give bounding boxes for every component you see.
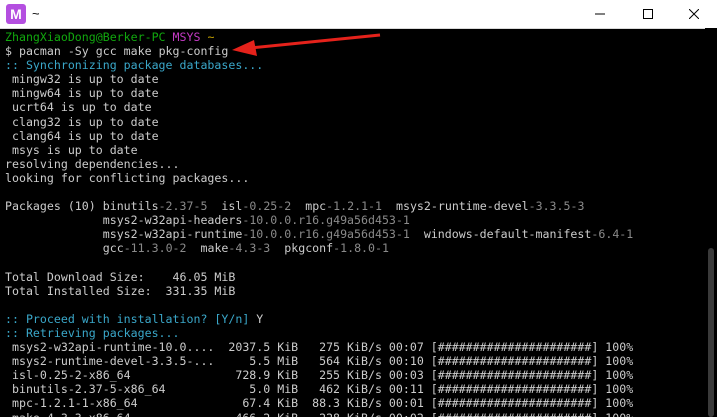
repo-status-line: clang32 is up to date [5,114,159,129]
package-version: -4.3-3 [228,241,271,256]
package-name: binutils [102,199,159,214]
packages-label: Packages (10) [5,199,103,214]
package-version: -2.37-5 [158,199,208,214]
download-row: isl-0.25-2-x86_64 728.9 KiB 255 KiB/s 00… [5,368,634,383]
repo-status-line: ucrt64 is up to date [5,100,152,115]
maximize-button[interactable] [625,0,671,28]
download-row: msys2-runtime-devel-3.3.5-... 5.5 MiB 56… [5,354,634,369]
close-icon [689,9,699,19]
proceed-answer: Y [256,311,264,326]
package-version: -0.25-2 [242,199,292,214]
package-version: -6.4-1 [591,227,634,242]
download-row: msys2-w32api-runtime-10.0.... 2037.5 KiB… [5,340,634,355]
title-bar[interactable]: M ~ [0,0,717,29]
download-list: msys2-w32api-runtime-10.0.... 2037.5 KiB… [5,340,705,417]
package-name: mpc [305,199,327,214]
repo-status-list: mingw32 is up to date mingw64 is up to d… [5,72,705,157]
prompt-system: MSYS [172,30,201,44]
package-version: -1.2.1-1 [326,199,383,214]
package-name: windows-default-manifest [423,227,592,242]
repo-status-line: mingw32 is up to date [5,72,159,87]
package-version: -1.8.0-1 [333,241,389,256]
close-button[interactable] [671,0,717,28]
prompt-symbol: $ [5,44,12,59]
repo-status-line: msys is up to date [5,142,138,157]
prompt-path: ~ [207,30,215,44]
window-title: ~ [32,6,40,21]
package-name: make [200,241,229,256]
package-name: msys2-runtime-devel [395,199,529,214]
terminal-window: M ~ ZhangXiaoDong@Berker-PC MSYS ~ $ pac… [0,0,717,417]
package-name: pkgconf [284,241,334,256]
package-version: -10.0.0.r16.g49a56d453-1 [242,227,410,242]
package-line: Packages (10) binutils-2.37-5 isl-0.25-2… [5,199,705,213]
terminal-output[interactable]: ZhangXiaoDong@Berker-PC MSYS ~ $ pacman … [0,28,705,417]
package-name: msys2-w32api-headers [102,213,243,228]
msys2-logo-icon: M [6,4,26,24]
sync-header: :: Synchronizing package databases... [5,58,264,73]
minimize-icon [595,13,605,15]
vertical-scrollbar[interactable] [705,28,717,417]
minimize-button[interactable] [577,0,623,28]
command-text: pacman -Sy gcc make pkg-config [18,44,229,59]
package-line: gcc-11.3.0-2 make-4.3-3 pkgconf-1.8.0-1 [5,241,705,255]
prompt-user-host: ZhangXiaoDong@Berker-PC [5,30,166,44]
package-version: -3.3.5-3 [528,199,585,214]
repo-status-line: mingw64 is up to date [5,86,159,101]
conflicts-text: looking for conflicting packages... [5,170,250,185]
proceed-question: :: Proceed with installation? [Y/n] [5,311,257,326]
download-row: make-4.3-3-x86_64 466.2 KiB 228 KiB/s 00… [5,411,705,417]
package-name: isl [221,199,243,214]
repo-status-line: clang64 is up to date [5,128,159,143]
package-name: gcc [102,241,124,256]
retrieving-header: :: Retrieving packages... [5,325,180,340]
package-line: msys2-w32api-headers-10.0.0.r16.g49a56d4… [5,213,705,227]
download-row: mpc-1.2.1-1-x86_64 67.4 KiB 88.3 KiB/s 0… [5,396,634,411]
scrollbar-thumb[interactable] [708,248,714,417]
package-line: msys2-w32api-runtime-10.0.0.r16.g49a56d4… [5,227,705,241]
package-version: -10.0.0.r16.g49a56d453-1 [242,213,410,228]
package-version: -11.3.0-2 [123,241,187,256]
maximize-icon [643,9,653,19]
download-size-text: Total Download Size: 46.05 MiB [5,269,236,284]
package-list: Packages (10) binutils-2.37-5 isl-0.25-2… [5,199,705,255]
package-name: msys2-w32api-runtime [102,227,243,242]
download-row: binutils-2.37-5-x86_64 5.0 MiB 462 KiB/s… [5,382,634,397]
prompt-line: ZhangXiaoDong@Berker-PC MSYS ~ [5,30,705,44]
installed-size-text: Total Installed Size: 331.35 MiB [5,283,236,298]
command-line: $ pacman -Sy gcc make pkg-config [5,44,705,58]
proceed-prompt: :: Proceed with installation? [Y/n] Y [5,312,705,326]
resolving-text: resolving dependencies... [5,156,180,171]
